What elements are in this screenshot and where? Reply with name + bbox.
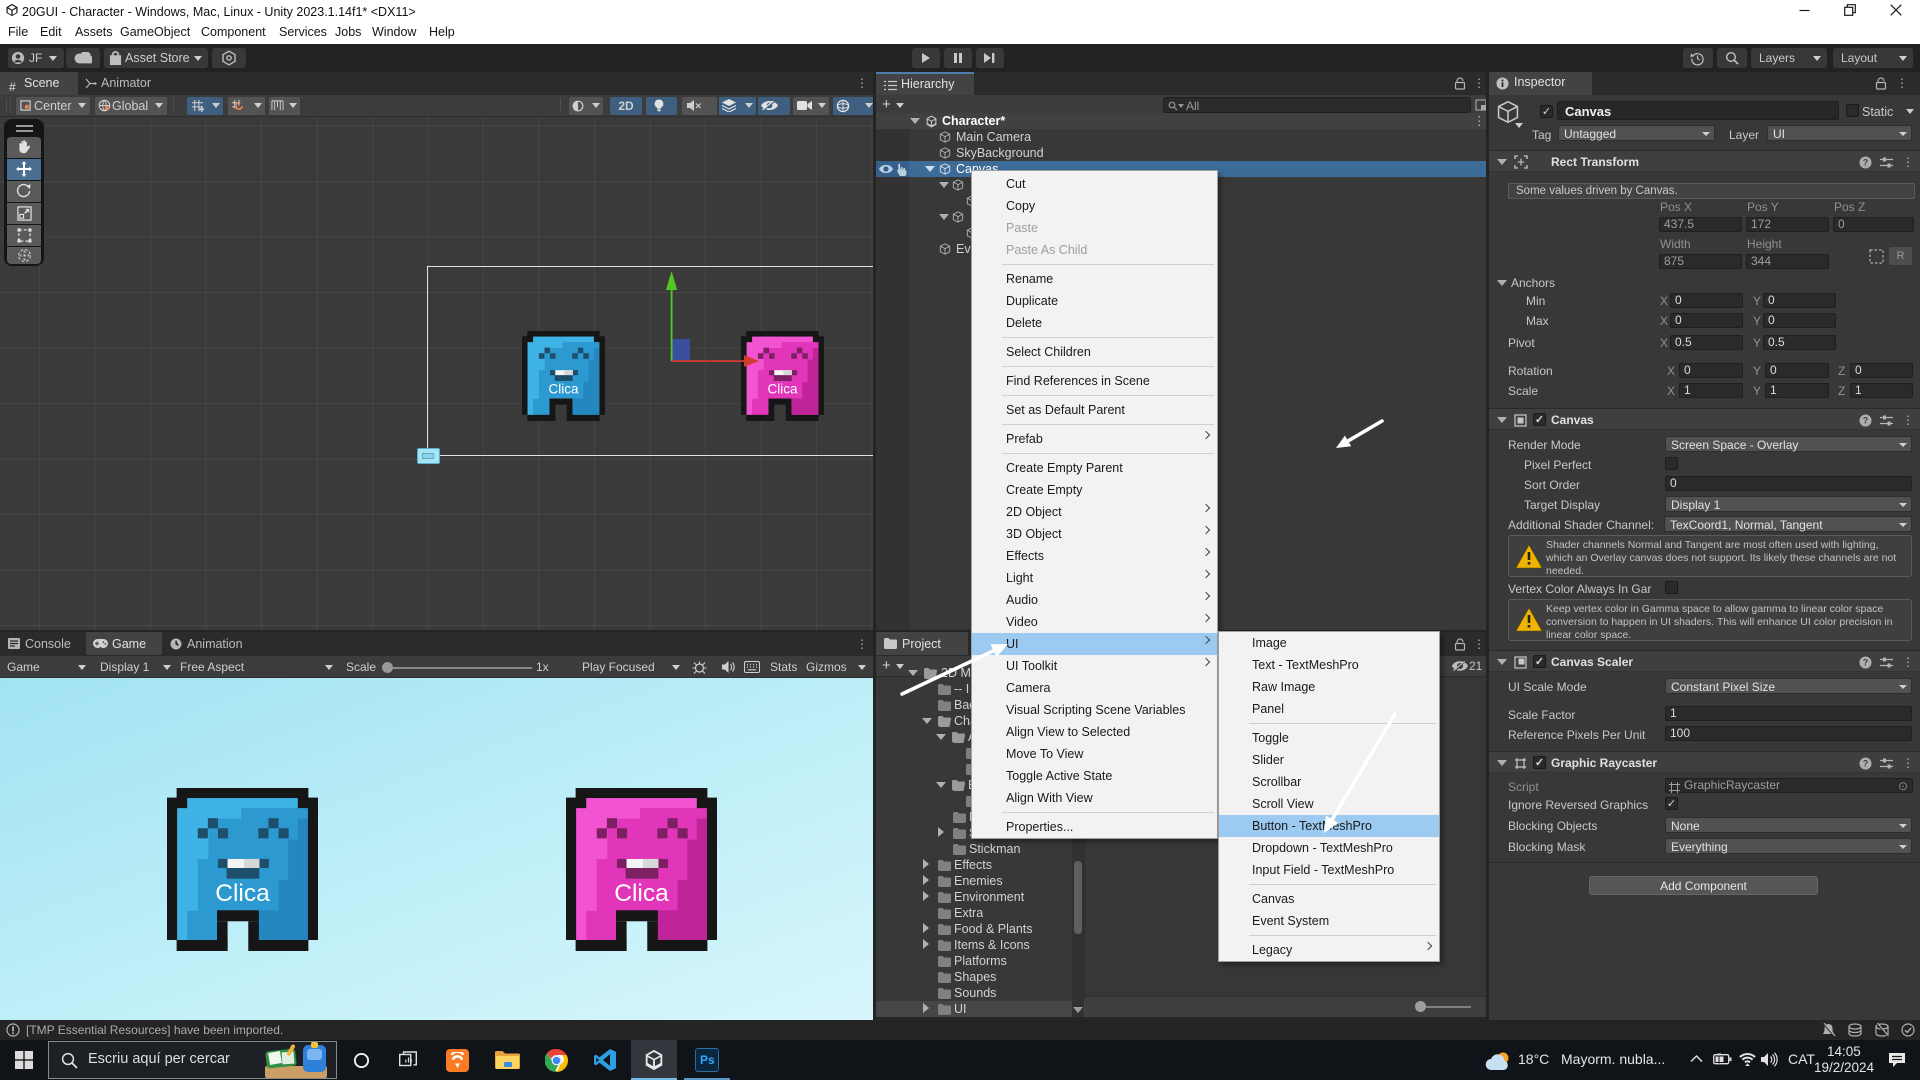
svg-text:Clica: Clica — [768, 381, 798, 396]
svg-text:Clica: Clica — [614, 880, 669, 907]
svg-text:Clica: Clica — [549, 381, 579, 396]
svg-text:?: ? — [1863, 759, 1869, 769]
svg-text:?: ? — [1863, 658, 1869, 668]
svg-text:Clica: Clica — [215, 880, 270, 907]
svg-text:?: ? — [1863, 416, 1869, 426]
svg-text:?: ? — [1863, 158, 1869, 168]
